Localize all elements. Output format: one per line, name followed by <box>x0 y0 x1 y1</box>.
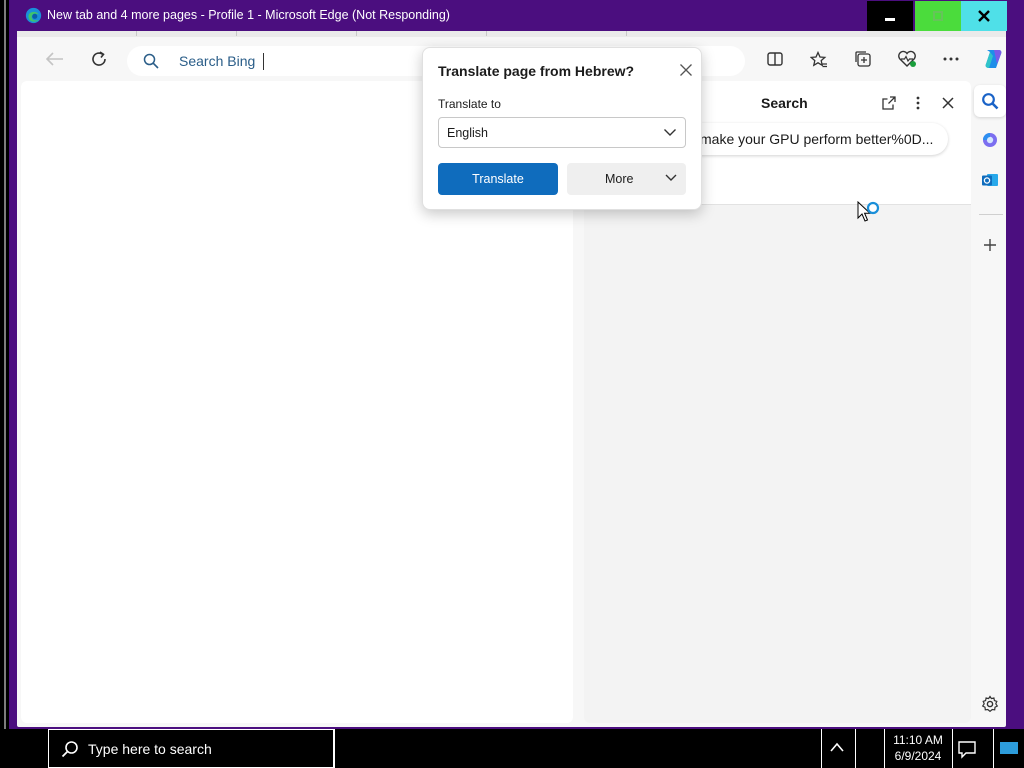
taskbar-search-box[interactable]: Type here to search <box>48 729 335 768</box>
clock-date: 6/9/2024 <box>894 749 942 763</box>
rail-add-button[interactable] <box>974 229 1006 261</box>
clock-time: 11:10 AM <box>893 733 943 747</box>
browser-body: Search Bing Search make your GPU perform… <box>17 31 1006 727</box>
taskbar-divider <box>993 729 994 768</box>
desktop-edge <box>0 0 9 729</box>
notifications-icon[interactable] <box>957 739 977 759</box>
more-icon <box>943 57 959 61</box>
chevron-down-icon <box>664 129 676 136</box>
translate-to-label: Translate to <box>438 97 501 111</box>
rail-copilot-button[interactable] <box>974 124 1006 156</box>
tab[interactable] <box>137 31 237 36</box>
address-text: Search Bing <box>179 53 256 69</box>
edge-logo-icon <box>25 7 42 24</box>
start-button[interactable] <box>0 729 48 768</box>
window-title: New tab and 4 more pages - Profile 1 - M… <box>47 8 450 22</box>
search-icon <box>143 53 159 69</box>
taskbar-divider <box>952 729 953 768</box>
show-desktop-button[interactable] <box>1000 742 1018 754</box>
copilot-icon <box>983 133 997 147</box>
browser-essentials-icon <box>898 50 916 67</box>
vertical-more-icon <box>916 96 920 110</box>
tab[interactable] <box>37 31 137 36</box>
translate-close-button[interactable] <box>677 61 695 79</box>
search-icon <box>61 741 78 758</box>
more-label: More <box>605 172 634 186</box>
screen: New tab and 4 more pages - Profile 1 - M… <box>0 0 1024 768</box>
split-screen-button[interactable] <box>761 45 789 73</box>
side-pane-more-button[interactable] <box>908 93 928 113</box>
chevron-down-icon <box>665 174 677 181</box>
selected-language: English <box>447 126 488 140</box>
close-side-pane-button[interactable] <box>938 93 958 113</box>
collections-icon <box>855 51 871 67</box>
translate-popup: Translate page from Hebrew? Translate to… <box>422 47 702 210</box>
maximize-icon <box>933 11 943 21</box>
browser-essentials-button[interactable] <box>893 45 921 73</box>
rail-settings-button[interactable] <box>974 688 1006 720</box>
minimize-icon <box>885 17 895 21</box>
open-in-new-tab-button[interactable] <box>879 93 899 113</box>
copilot-button[interactable] <box>979 45 1007 73</box>
minimize-button[interactable] <box>867 1 913 31</box>
text-caret <box>263 53 264 70</box>
taskbar: Type here to search 11:10 AM 6/9/2024 <box>0 729 1024 768</box>
collections-button[interactable] <box>849 45 877 73</box>
close-icon <box>942 97 954 109</box>
close-window-button[interactable] <box>961 1 1007 31</box>
taskbar-divider <box>821 729 822 768</box>
rail-divider <box>979 214 1003 215</box>
title-bar[interactable]: New tab and 4 more pages - Profile 1 - M… <box>9 0 1024 31</box>
rail-search-button[interactable] <box>974 85 1006 117</box>
more-options-button[interactable]: More <box>567 163 686 195</box>
split-screen-icon <box>767 52 783 66</box>
back-icon <box>46 52 63 66</box>
busy-cursor-icon <box>857 201 880 222</box>
rail-outlook-button[interactable] <box>974 164 1006 196</box>
settings-icon <box>981 695 999 713</box>
more-button[interactable] <box>937 45 965 73</box>
taskbar-divider <box>855 729 856 768</box>
copilot-icon <box>985 50 1002 68</box>
refresh-icon <box>92 51 106 66</box>
search-icon <box>982 93 999 110</box>
add-icon <box>984 239 996 251</box>
refresh-button[interactable] <box>85 45 113 73</box>
taskbar-search-placeholder: Type here to search <box>88 741 212 757</box>
language-select[interactable]: English <box>438 117 686 148</box>
sidebar-rail <box>971 81 1006 723</box>
outlook-icon <box>982 174 998 186</box>
edge-window: New tab and 4 more pages - Profile 1 - M… <box>9 0 1024 729</box>
translate-button[interactable]: Translate <box>438 163 558 195</box>
close-icon <box>680 64 692 76</box>
open-external-icon <box>882 96 896 110</box>
back-button[interactable] <box>41 45 69 73</box>
tab[interactable] <box>387 31 487 36</box>
side-pane-title: Search <box>761 95 808 111</box>
favorites-icon <box>810 50 827 67</box>
close-icon <box>978 10 990 22</box>
tab[interactable] <box>257 31 357 36</box>
tab[interactable] <box>527 31 627 36</box>
chevron-up-icon[interactable] <box>829 741 845 753</box>
favorites-button[interactable] <box>805 45 833 73</box>
translate-title: Translate page from Hebrew? <box>438 63 635 79</box>
system-clock[interactable]: 11:10 AM 6/9/2024 <box>886 732 950 764</box>
taskbar-divider <box>884 729 885 768</box>
maximize-button[interactable] <box>915 1 961 31</box>
desktop-edge-accent <box>4 0 6 729</box>
